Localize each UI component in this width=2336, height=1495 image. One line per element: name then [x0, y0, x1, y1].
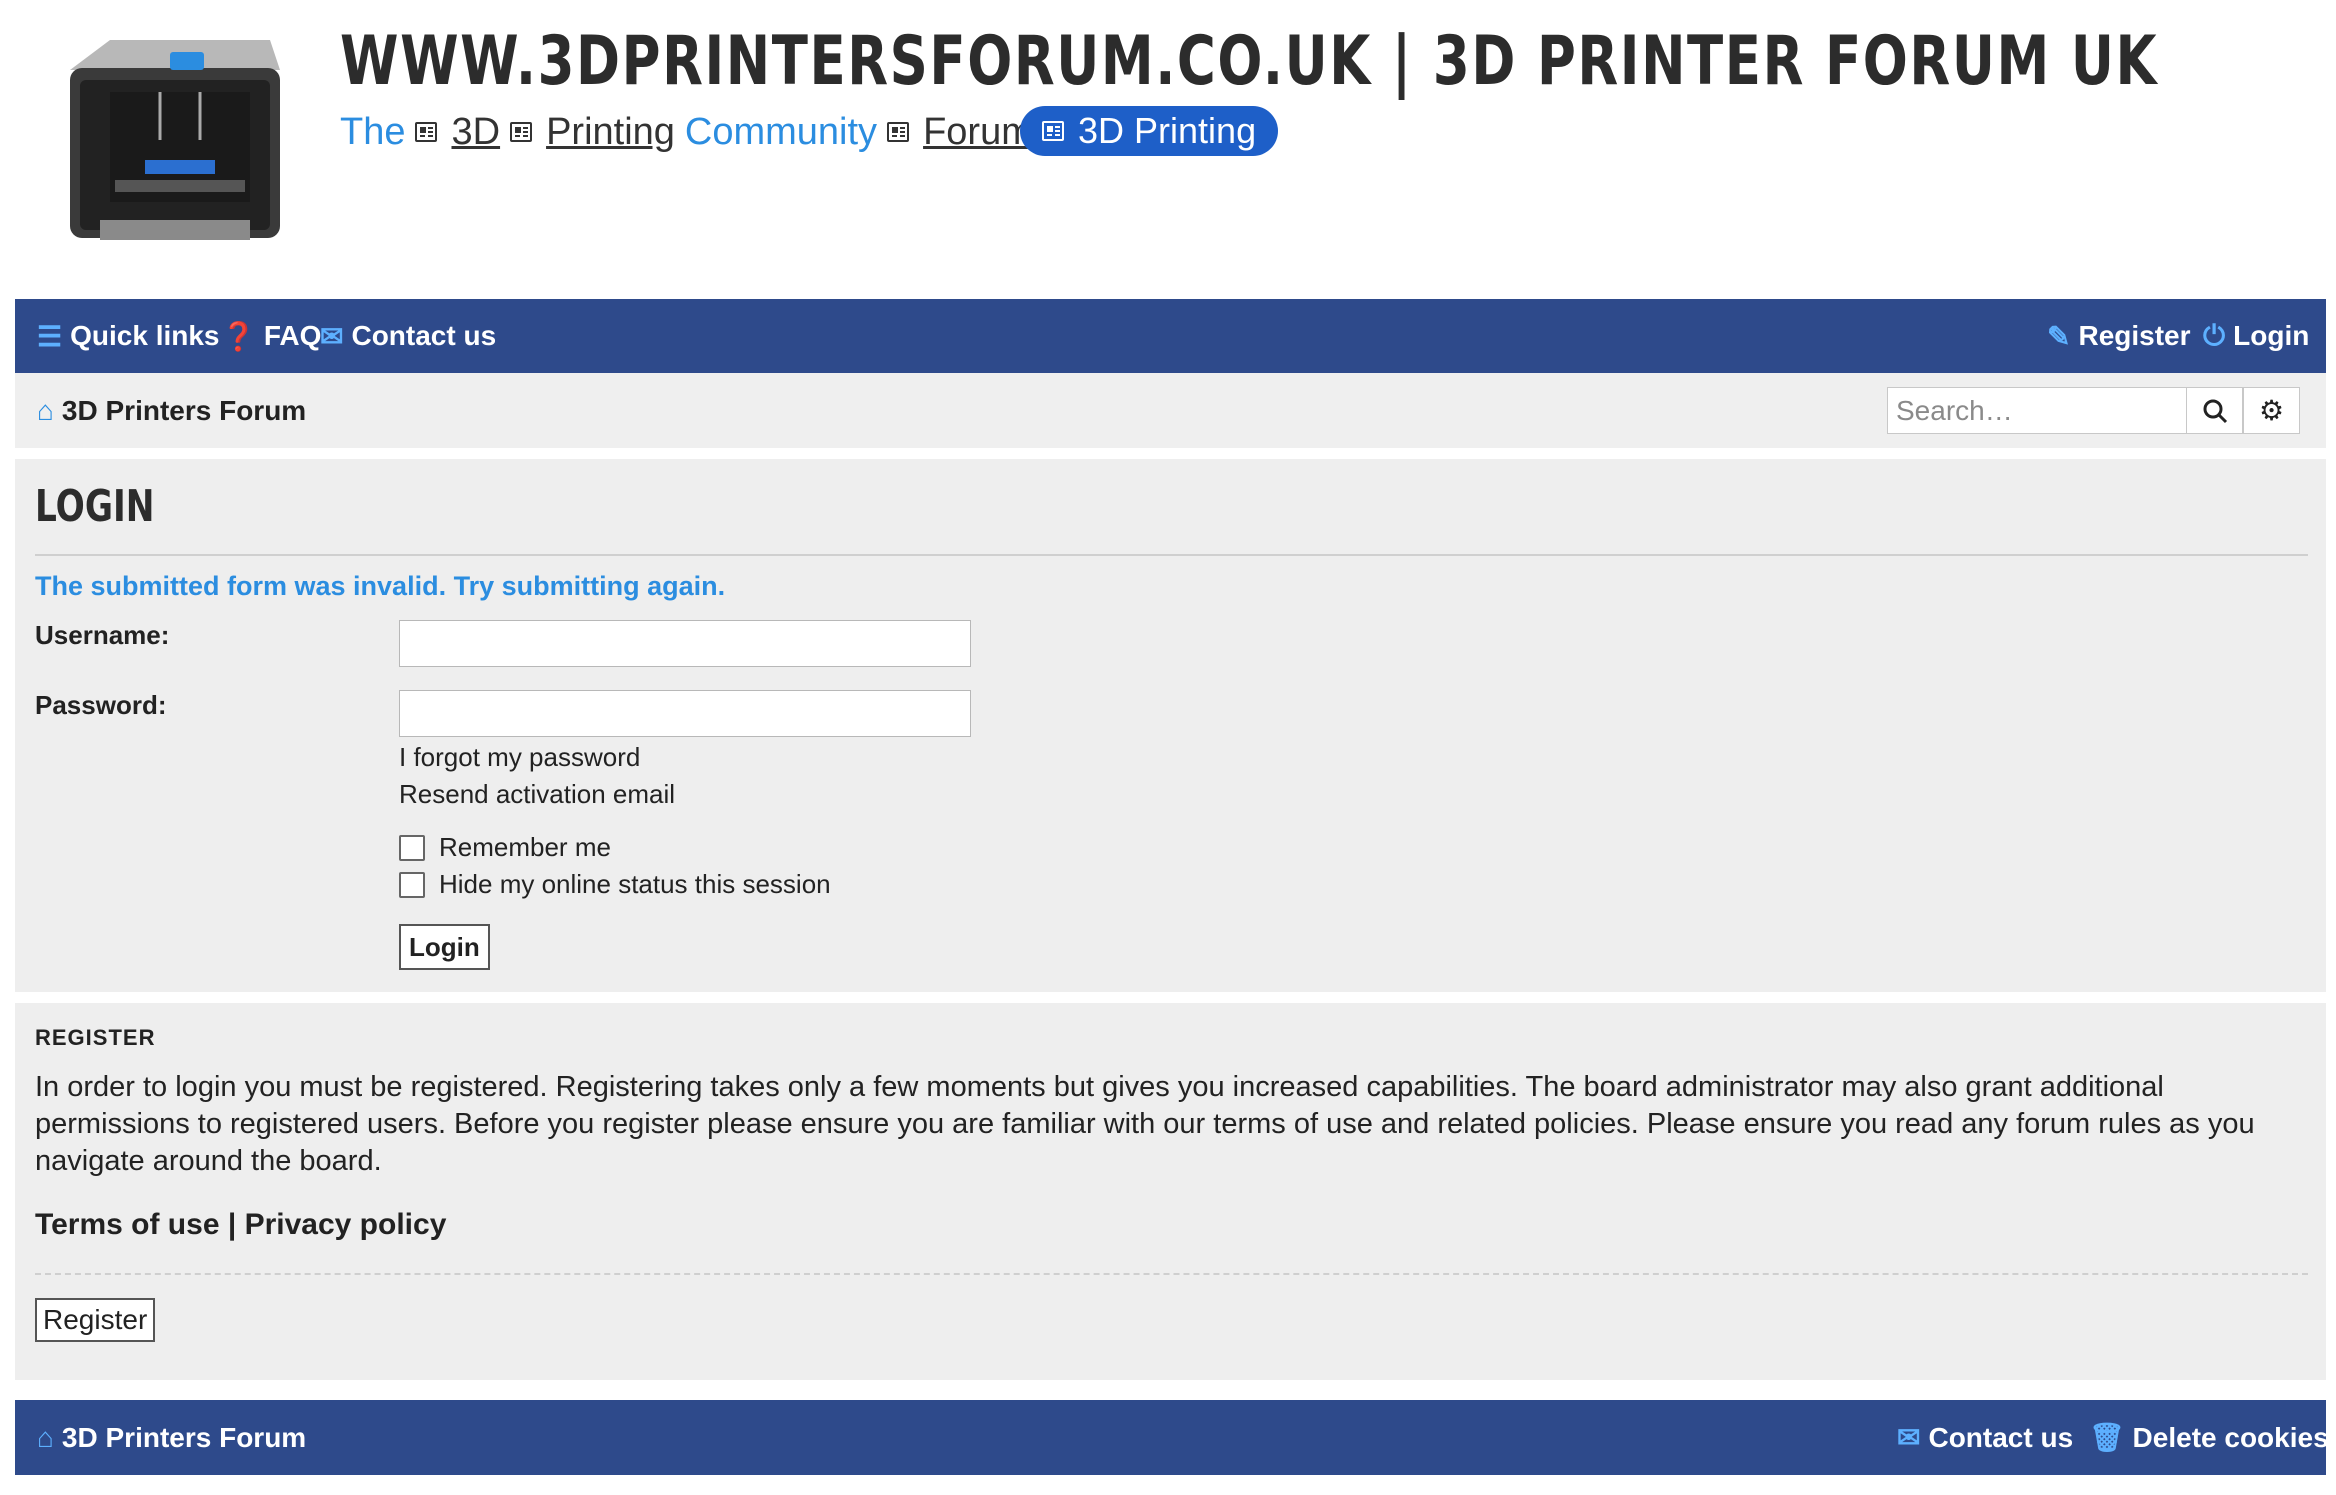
footer-bar: ⌂ 3D Printers Forum ✉ Contact us 🗑 Delet…	[15, 1400, 2329, 1475]
tagline-link[interactable]: Printing	[546, 111, 675, 154]
breadcrumb-label: 3D Printers Forum	[61, 394, 307, 426]
quick-links-menu[interactable]: ☰ Quick links	[37, 299, 220, 373]
breadcrumb-bar: ⌂ 3D Printers Forum ⚙	[15, 373, 2326, 448]
password-label: Password:	[35, 690, 167, 720]
search-icon	[2203, 399, 2227, 423]
newspaper-icon	[510, 122, 533, 142]
search-input[interactable]	[1887, 387, 2187, 434]
privacy-policy-link[interactable]: Privacy policy	[245, 1208, 447, 1241]
tagline-link[interactable]: 3D	[451, 111, 500, 154]
tag-pill-label: 3D Printing	[1078, 110, 1257, 151]
top-navbar: ☰ Quick links ❓ FAQ ✉ Contact us ✎ Regis…	[15, 299, 2326, 373]
site-tagline: The 3D Printing Community Forum	[340, 104, 1043, 160]
username-label: Username:	[35, 620, 170, 650]
faq-link[interactable]: ❓ FAQ	[221, 299, 321, 373]
resend-activation-link[interactable]: Resend activation email	[399, 779, 675, 810]
question-circle-icon: ❓	[221, 320, 256, 352]
divider	[35, 554, 2308, 556]
delete-cookies-link[interactable]: 🗑 Delete cookies	[2089, 1400, 2329, 1475]
trash-icon: 🗑	[2089, 1422, 2125, 1453]
link-separator: |	[227, 1208, 237, 1241]
quick-links-label: Quick links	[70, 320, 220, 351]
login-label: Login	[2233, 320, 2310, 351]
power-icon: ⏻	[2203, 319, 2226, 351]
register-label: Register	[2078, 320, 2191, 351]
error-message: The submitted form was invalid. Try subm…	[35, 571, 726, 601]
register-heading: REGISTER	[35, 1025, 156, 1050]
register-description: In order to login you must be registered…	[35, 1071, 2255, 1177]
password-field[interactable]	[399, 690, 971, 737]
site-logo[interactable]	[50, 30, 290, 250]
login-panel: LOGIN The submitted form was invalid. Tr…	[15, 459, 2326, 992]
footer-home-link[interactable]: ⌂ 3D Printers Forum	[37, 1400, 306, 1475]
newspaper-icon	[1042, 121, 1064, 141]
login-link[interactable]: ⏻ Login	[2203, 299, 2309, 373]
edit-icon: ✎	[2047, 320, 2071, 352]
contact-label: Contact us	[351, 320, 497, 351]
tagline-word: Community	[684, 110, 878, 153]
site-title[interactable]: WWW.3DPRINTERSFORUM.CO.UK | 3D PRINTER F…	[340, 22, 2158, 101]
breadcrumb-home[interactable]: ⌂ 3D Printers Forum	[37, 373, 306, 448]
envelope-icon: ✉	[1897, 1422, 1921, 1453]
home-icon: ⌂	[37, 1421, 54, 1453]
username-field[interactable]	[399, 620, 971, 667]
hide-status-row[interactable]: Hide my online status this session	[399, 869, 831, 900]
remember-me-label: Remember me	[439, 832, 611, 862]
envelope-icon: ✉	[320, 320, 344, 352]
register-button[interactable]: Register	[35, 1298, 156, 1342]
footer-home-label: 3D Printers Forum	[61, 1421, 307, 1453]
hamburger-icon: ☰	[37, 320, 63, 352]
divider	[35, 1273, 2308, 1275]
newspaper-icon	[887, 122, 910, 142]
tagline-word: The	[340, 110, 406, 153]
remember-me-row[interactable]: Remember me	[399, 832, 611, 863]
search-button[interactable]	[2186, 387, 2243, 434]
advanced-search-button[interactable]: ⚙	[2243, 387, 2300, 434]
gear-icon: ⚙	[2258, 395, 2285, 426]
delete-cookies-label: Delete cookies	[2132, 1421, 2329, 1453]
hide-status-label: Hide my online status this session	[439, 869, 831, 899]
policy-links: Terms of use | Privacy policy	[35, 1208, 446, 1242]
forgot-password-link[interactable]: I forgot my password	[399, 742, 640, 773]
remember-me-checkbox[interactable]	[399, 834, 425, 861]
register-panel: REGISTER In order to login you must be r…	[15, 1003, 2326, 1380]
tagline-link[interactable]: Forum	[923, 111, 1033, 154]
terms-of-use-link[interactable]: Terms of use	[35, 1208, 220, 1241]
newspaper-icon	[415, 122, 438, 142]
page-title: LOGIN	[35, 481, 155, 532]
login-button[interactable]: Login	[399, 924, 490, 970]
tag-pill-3d-printing[interactable]: 3D Printing	[1020, 106, 1279, 156]
register-link[interactable]: ✎ Register	[2047, 299, 2191, 373]
footer-contact-link[interactable]: ✉ Contact us	[1897, 1400, 2073, 1475]
home-icon: ⌂	[37, 394, 54, 426]
contact-link[interactable]: ✉ Contact us	[320, 299, 496, 373]
faq-label: FAQ	[263, 320, 322, 351]
footer-contact-label: Contact us	[1928, 1421, 2074, 1453]
hide-status-checkbox[interactable]	[399, 871, 425, 898]
3d-printer-logo-icon	[70, 40, 280, 240]
